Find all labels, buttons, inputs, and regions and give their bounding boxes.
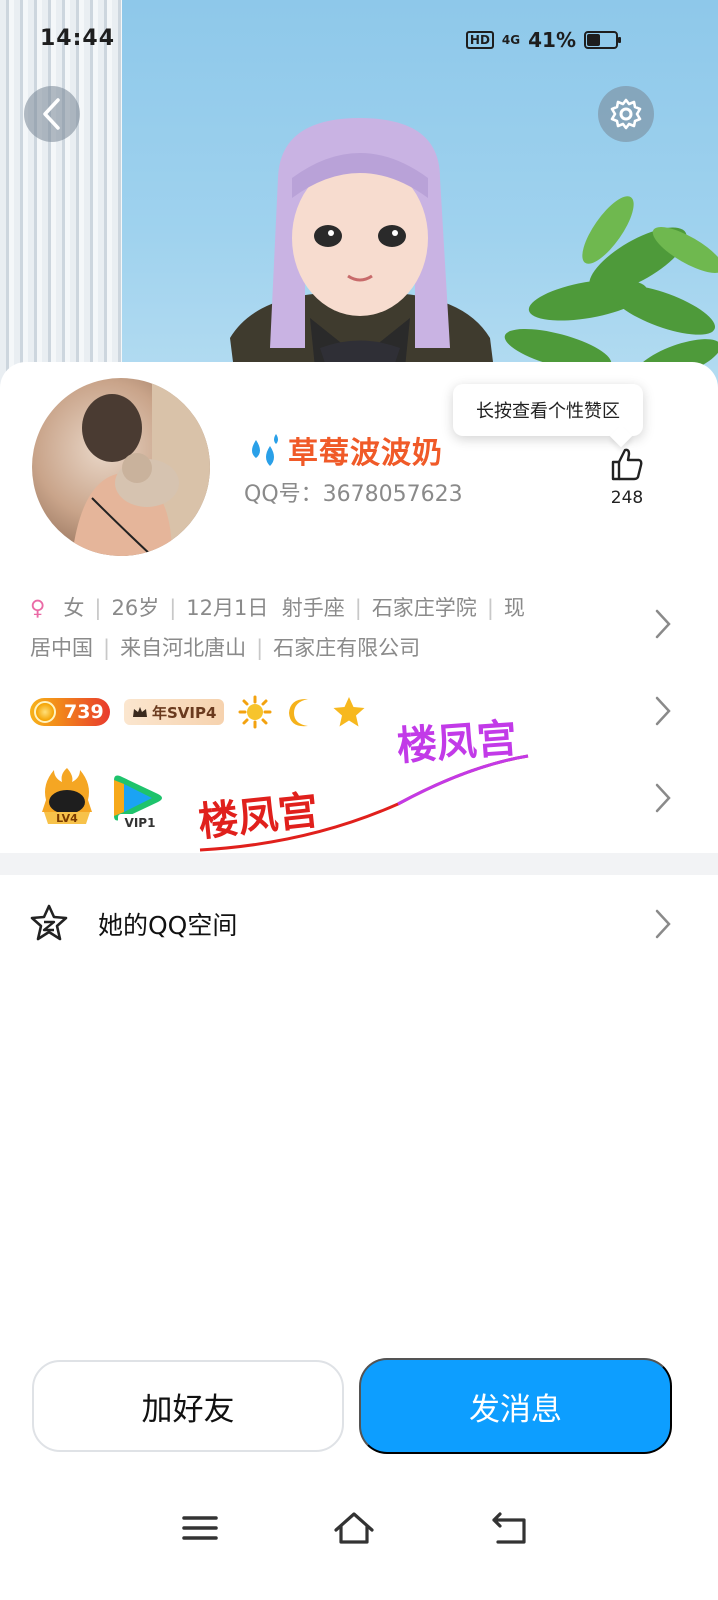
location-prefix: 现 (503, 596, 525, 620)
hometown: 来自河北唐山 (120, 636, 247, 660)
back-nav-icon[interactable] (488, 1508, 532, 1548)
battery-percent: 41% (528, 28, 576, 52)
chevron-right-icon[interactable] (652, 782, 674, 814)
action-bar: 加好友 发消息 (32, 1358, 682, 1454)
gear-icon (610, 98, 642, 130)
company: 石家庄有限公司 (273, 636, 421, 660)
gender: 女 (63, 596, 85, 620)
avatar-photo-cat (72, 378, 210, 556)
section-divider (0, 853, 718, 875)
signal-icon: 4G (501, 33, 521, 47)
birthday: 12月1日 (186, 596, 269, 620)
nickname-row: 草莓波波奶 (244, 428, 443, 472)
add-friend-button[interactable]: 加好友 (32, 1360, 344, 1452)
settings-button[interactable] (598, 86, 654, 142)
status-time: 14:44 (40, 26, 116, 51)
game-lv-badge-icon: LV4 (42, 768, 92, 825)
female-icon: ♀ (30, 596, 46, 620)
apps-row[interactable]: LV4 VIP1 楼凤宫 楼凤宫 (38, 716, 598, 852)
watermark: 楼凤宫 楼凤宫 (198, 716, 529, 852)
status-indicators: HD 4G 41% (465, 28, 621, 52)
water-drops-icon (252, 434, 278, 466)
thumbs-up-icon (611, 448, 643, 481)
qzone-entry[interactable]: 她的QQ空间 (0, 876, 718, 972)
qzone-star-icon (30, 904, 68, 941)
chevron-right-icon (655, 909, 671, 939)
info-line-1: ♀ 女 | 26岁 | 12月1日 射手座 | 石家庄学院 | 现 (30, 596, 525, 620)
system-nav-bar (0, 1500, 718, 1560)
menu-icon[interactable] (178, 1508, 222, 1548)
video-vip-icon: VIP1 (114, 775, 162, 830)
like-button[interactable]: 248 (606, 446, 648, 508)
level-badge: 739 (30, 698, 110, 726)
level-number: 739 (64, 701, 104, 723)
profile-cover: 14:44 HD 4G 41% (0, 0, 718, 420)
lv-badge-text: LV4 (56, 812, 78, 825)
send-message-button[interactable]: 发消息 (359, 1358, 672, 1454)
curtain-decoration (0, 0, 122, 420)
chevron-left-icon (43, 98, 60, 130)
watermark-text-2: 楼凤宫 (395, 716, 518, 770)
crown-icon (133, 707, 147, 717)
zodiac: 射手座 (281, 596, 345, 620)
vip-badge-text: VIP1 (125, 816, 156, 830)
nickname: 草莓波波奶 (288, 436, 443, 471)
home-icon[interactable] (332, 1508, 376, 1548)
chevron-right-icon[interactable] (652, 695, 674, 727)
school: 石家庄学院 (371, 596, 477, 620)
profile-info[interactable]: ♀ 女 | 26岁 | 12月1日 射手座 | 石家庄学院 | 现 居中国 | 来自河北唐山 | 石家庄有… (30, 588, 630, 668)
coin-icon (34, 701, 56, 723)
current-location: 居中国 (30, 636, 93, 660)
avatar[interactable] (32, 378, 210, 556)
info-line-2: 居中国 | 来自河北唐山 | 石家庄有限公司 (30, 636, 421, 660)
battery-icon (584, 31, 621, 49)
qq-number: QQ号：3678057623 (244, 482, 463, 507)
back-button[interactable] (24, 86, 80, 142)
like-tooltip: 长按查看个性赞区 (453, 384, 643, 436)
hd-icon: HD (465, 31, 494, 49)
like-count: 248 (610, 488, 644, 508)
age: 26岁 (111, 596, 160, 620)
chevron-right-icon[interactable] (652, 608, 674, 640)
qzone-label: 她的QQ空间 (98, 911, 238, 940)
